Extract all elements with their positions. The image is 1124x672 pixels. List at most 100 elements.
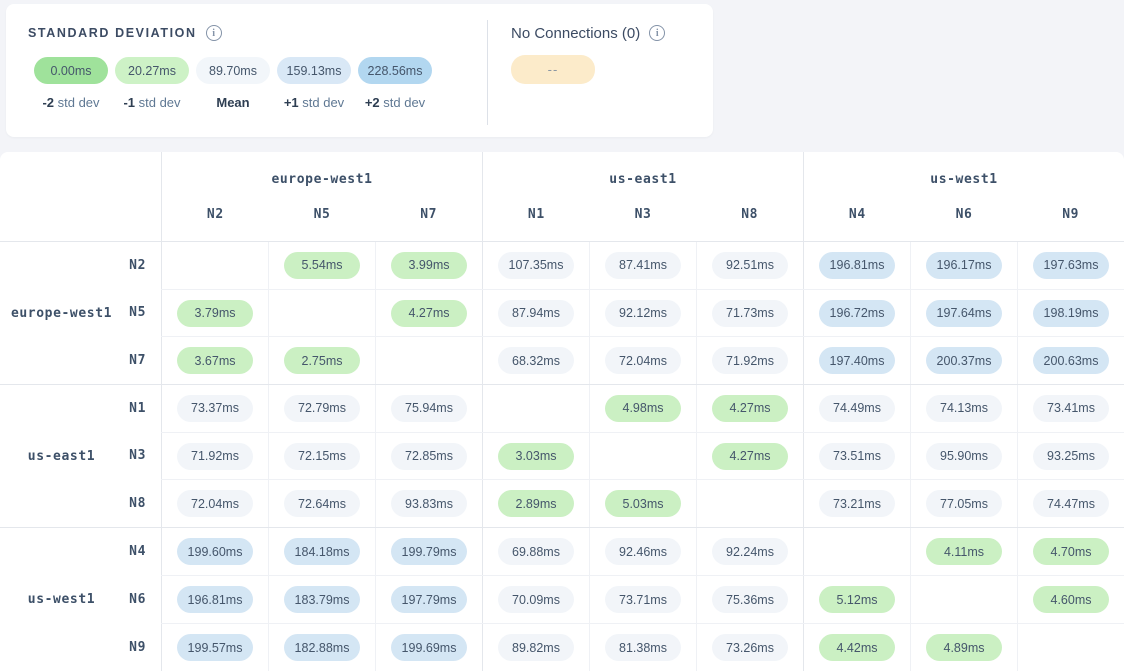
matrix-cell[interactable]: 3.03ms — [482, 433, 589, 480]
latency-pill[interactable]: 73.71ms — [605, 586, 681, 613]
latency-pill[interactable]: 4.60ms — [1033, 586, 1109, 613]
matrix-cell[interactable]: 196.17ms — [910, 242, 1017, 289]
matrix-cell[interactable]: 73.71ms — [589, 576, 696, 623]
matrix-cell[interactable]: 3.99ms — [375, 242, 482, 289]
matrix-cell[interactable]: 87.41ms — [589, 242, 696, 289]
matrix-cell[interactable]: 92.51ms — [696, 242, 803, 289]
matrix-cell[interactable]: 93.83ms — [375, 480, 482, 527]
latency-pill[interactable]: 73.51ms — [819, 443, 895, 470]
latency-pill[interactable]: 81.38ms — [605, 634, 681, 661]
matrix-cell[interactable]: 4.27ms — [696, 385, 803, 432]
matrix-cell[interactable]: 72.85ms — [375, 433, 482, 480]
latency-pill[interactable]: 89.82ms — [498, 634, 574, 661]
latency-pill[interactable]: 92.12ms — [605, 300, 681, 327]
latency-pill[interactable]: 4.70ms — [1033, 538, 1109, 565]
latency-pill[interactable]: 197.63ms — [1033, 252, 1109, 279]
latency-pill[interactable]: 197.40ms — [819, 347, 895, 374]
latency-pill[interactable]: 5.12ms — [819, 586, 895, 613]
latency-pill[interactable]: 73.21ms — [819, 490, 895, 517]
matrix-cell[interactable]: 197.79ms — [375, 576, 482, 623]
matrix-cell[interactable]: 72.04ms — [589, 337, 696, 384]
matrix-cell[interactable]: 71.92ms — [696, 337, 803, 384]
latency-pill[interactable]: 73.37ms — [177, 395, 253, 422]
latency-pill[interactable]: 200.37ms — [926, 347, 1002, 374]
matrix-cell[interactable]: 197.40ms — [803, 337, 910, 384]
matrix-cell[interactable]: 74.47ms — [1017, 480, 1124, 527]
matrix-cell[interactable]: 184.18ms — [268, 528, 375, 575]
latency-pill[interactable]: 69.88ms — [498, 538, 574, 565]
matrix-cell[interactable]: 5.03ms — [589, 480, 696, 527]
latency-pill[interactable]: 4.27ms — [391, 300, 467, 327]
matrix-cell[interactable]: 200.63ms — [1017, 337, 1124, 384]
matrix-cell[interactable]: 69.88ms — [482, 528, 589, 575]
latency-pill[interactable]: 196.17ms — [926, 252, 1002, 279]
latency-pill[interactable]: 92.51ms — [712, 252, 788, 279]
matrix-cell[interactable]: 198.19ms — [1017, 290, 1124, 337]
matrix-cell[interactable]: 4.70ms — [1017, 528, 1124, 575]
matrix-cell[interactable]: 74.13ms — [910, 385, 1017, 432]
latency-pill[interactable]: 3.79ms — [177, 300, 253, 327]
latency-pill[interactable]: 2.75ms — [284, 347, 360, 374]
matrix-cell[interactable]: 183.79ms — [268, 576, 375, 623]
latency-pill[interactable]: 72.15ms — [284, 443, 360, 470]
latency-pill[interactable]: 4.27ms — [712, 395, 788, 422]
latency-pill[interactable]: 74.47ms — [1033, 490, 1109, 517]
latency-pill[interactable]: 199.60ms — [177, 538, 253, 565]
latency-pill[interactable]: 4.89ms — [926, 634, 1002, 661]
matrix-cell[interactable]: 87.94ms — [482, 290, 589, 337]
matrix-cell[interactable]: 5.12ms — [803, 576, 910, 623]
matrix-cell[interactable]: 74.49ms — [803, 385, 910, 432]
latency-pill[interactable]: 87.94ms — [498, 300, 574, 327]
latency-pill[interactable]: 87.41ms — [605, 252, 681, 279]
info-icon[interactable]: i — [649, 25, 665, 41]
matrix-cell[interactable]: 200.37ms — [910, 337, 1017, 384]
matrix-cell[interactable]: 4.89ms — [910, 624, 1017, 671]
latency-pill[interactable]: 4.42ms — [819, 634, 895, 661]
latency-pill[interactable]: 73.41ms — [1033, 395, 1109, 422]
latency-pill[interactable]: 4.11ms — [926, 538, 1002, 565]
matrix-cell[interactable]: 95.90ms — [910, 433, 1017, 480]
latency-pill[interactable]: 71.73ms — [712, 300, 788, 327]
matrix-cell[interactable]: 81.38ms — [589, 624, 696, 671]
matrix-cell[interactable]: 72.04ms — [161, 480, 268, 527]
latency-pill[interactable]: 196.81ms — [177, 586, 253, 613]
matrix-cell[interactable]: 182.88ms — [268, 624, 375, 671]
latency-pill[interactable]: 72.79ms — [284, 395, 360, 422]
latency-pill[interactable]: 74.49ms — [819, 395, 895, 422]
matrix-cell[interactable]: 73.21ms — [803, 480, 910, 527]
latency-pill[interactable]: 199.57ms — [177, 634, 253, 661]
matrix-cell[interactable]: 72.79ms — [268, 385, 375, 432]
matrix-cell[interactable]: 199.60ms — [161, 528, 268, 575]
matrix-cell[interactable]: 107.35ms — [482, 242, 589, 289]
latency-pill[interactable]: 199.79ms — [391, 538, 467, 565]
latency-pill[interactable]: 4.98ms — [605, 395, 681, 422]
latency-pill[interactable]: 5.54ms — [284, 252, 360, 279]
latency-pill[interactable]: 75.36ms — [712, 586, 788, 613]
latency-pill[interactable]: 200.63ms — [1033, 347, 1109, 374]
matrix-cell[interactable]: 73.51ms — [803, 433, 910, 480]
matrix-cell[interactable]: 73.41ms — [1017, 385, 1124, 432]
matrix-cell[interactable]: 3.67ms — [161, 337, 268, 384]
latency-pill[interactable]: 71.92ms — [177, 443, 253, 470]
matrix-cell[interactable]: 72.64ms — [268, 480, 375, 527]
latency-pill[interactable]: 199.69ms — [391, 634, 467, 661]
latency-pill[interactable]: 75.94ms — [391, 395, 467, 422]
matrix-cell[interactable]: 4.98ms — [589, 385, 696, 432]
matrix-cell[interactable]: 5.54ms — [268, 242, 375, 289]
info-icon[interactable]: i — [206, 25, 222, 41]
latency-pill[interactable]: 68.32ms — [498, 347, 574, 374]
matrix-cell[interactable]: 4.60ms — [1017, 576, 1124, 623]
latency-pill[interactable]: 197.64ms — [926, 300, 1002, 327]
latency-pill[interactable]: 74.13ms — [926, 395, 1002, 422]
matrix-cell[interactable]: 71.92ms — [161, 433, 268, 480]
latency-pill[interactable]: 184.18ms — [284, 538, 360, 565]
latency-pill[interactable]: 72.64ms — [284, 490, 360, 517]
latency-pill[interactable]: 70.09ms — [498, 586, 574, 613]
matrix-cell[interactable]: 68.32ms — [482, 337, 589, 384]
matrix-cell[interactable]: 77.05ms — [910, 480, 1017, 527]
latency-pill[interactable]: 3.99ms — [391, 252, 467, 279]
latency-pill[interactable]: 92.24ms — [712, 538, 788, 565]
matrix-cell[interactable]: 199.69ms — [375, 624, 482, 671]
matrix-cell[interactable]: 71.73ms — [696, 290, 803, 337]
latency-pill[interactable]: 71.92ms — [712, 347, 788, 374]
